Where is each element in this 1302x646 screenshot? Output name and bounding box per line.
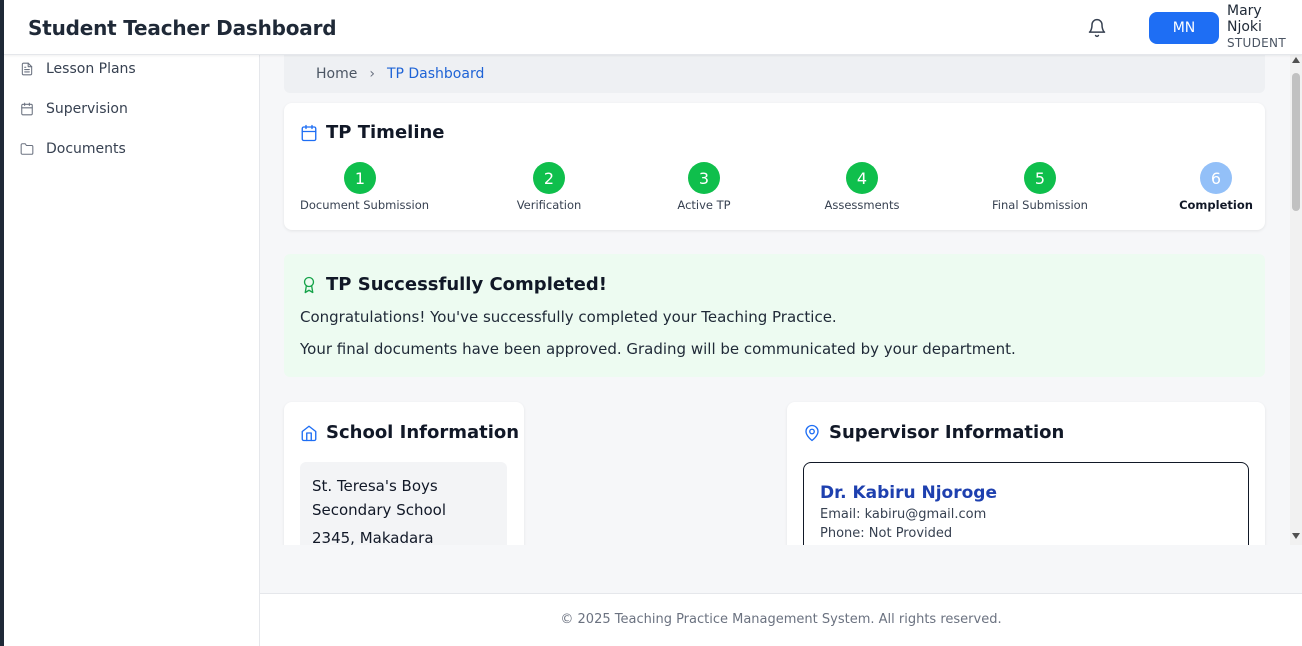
step-circle: 6 (1200, 162, 1232, 194)
supervisor-details: Dr. Kabiru Njoroge Email: kabiru@gmail.c… (803, 462, 1249, 545)
school-details: St. Teresa's Boys Secondary School 2345,… (300, 462, 507, 545)
step-label: Final Submission (992, 198, 1088, 212)
document-icon (21, 62, 33, 76)
completion-title-text: TP Successfully Completed! (326, 274, 607, 295)
completion-message: Congratulations! You've successfully com… (300, 308, 837, 326)
completion-details: Your final documents have been approved.… (300, 340, 1016, 358)
sidebar-item-lesson-plans[interactable]: Lesson Plans (20, 57, 136, 81)
school-info-title-text: School Information (326, 422, 520, 443)
step-circle: 2 (533, 162, 565, 194)
award-icon (303, 276, 315, 293)
completion-banner: TP Successfully Completed! Congratulatio… (284, 254, 1265, 377)
step-label: Assessments (824, 198, 900, 212)
timeline-title: TP Timeline (300, 122, 445, 143)
supervisor-phone: Phone: Not Provided (820, 526, 953, 541)
timeline-step-2: 2 Verification (499, 162, 599, 212)
user-first-name: Mary (1227, 3, 1262, 19)
step-circle: 4 (846, 162, 878, 194)
sidebar-item-label: Documents (46, 141, 126, 157)
page-footer: © 2025 Teaching Practice Management Syst… (260, 593, 1302, 646)
step-label: Active TP (677, 198, 731, 212)
sidebar-item-label: Supervision (46, 101, 128, 117)
timeline-title-text: TP Timeline (326, 122, 445, 143)
supervisor-info-title-text: Supervisor Information (829, 422, 1065, 443)
school-name-line1: St. Teresa's Boys (312, 477, 438, 495)
supervisor-info-card: Supervisor Information Dr. Kabiru Njorog… (787, 402, 1265, 545)
school-info-card: School Information St. Teresa's Boys Sec… (284, 402, 524, 545)
school-info-title: School Information (300, 422, 519, 443)
user-role: STUDENT (1227, 36, 1286, 50)
step-circle: 5 (1024, 162, 1056, 194)
main-content: Home › TP Dashboard TP Timeline 1 Docume… (260, 55, 1290, 545)
main-scrollbar[interactable] (1290, 55, 1302, 545)
map-pin-icon (805, 424, 819, 441)
step-label: Completion (1179, 198, 1253, 212)
calendar-icon (21, 102, 33, 116)
content-bottom-spacer (260, 545, 1302, 593)
app-title: Student Teacher Dashboard (28, 16, 337, 40)
school-name-line2: Secondary School (312, 501, 447, 519)
calendar-icon (301, 124, 317, 141)
timeline-step-3: 3 Active TP (664, 162, 744, 212)
footer-text: © 2025 Teaching Practice Management Syst… (560, 612, 1002, 627)
step-circle: 3 (688, 162, 720, 194)
timeline-step-5: 5 Final Submission (985, 162, 1095, 212)
top-header: Student Teacher Dashboard MN Mary Njoki … (4, 0, 1302, 55)
chevron-right-icon: › (369, 66, 375, 82)
sidebar-item-supervision[interactable]: Supervision (20, 97, 128, 121)
user-last-name: Njoki (1227, 19, 1262, 35)
step-label: Verification (516, 198, 582, 212)
user-avatar-button[interactable]: MN (1149, 12, 1219, 44)
timeline-step-4: 4 Assessments (812, 162, 912, 212)
step-circle: 1 (344, 162, 376, 194)
tp-timeline-card: TP Timeline 1 Document Submission 2 Veri… (284, 103, 1265, 230)
supervisor-info-title: Supervisor Information (803, 422, 1064, 443)
scroll-up-arrow-icon[interactable] (1292, 57, 1300, 63)
sidebar-item-label: Lesson Plans (46, 61, 136, 77)
sidebar: Lesson Plans Supervision Documents (4, 55, 260, 646)
sidebar-item-documents[interactable]: Documents (20, 137, 126, 161)
breadcrumb-current: TP Dashboard (386, 66, 485, 82)
step-label: Document Submission (300, 198, 430, 212)
supervisor-email: Email: kabiru@gmail.com (820, 507, 987, 522)
supervisor-name: Dr. Kabiru Njoroge (820, 483, 997, 503)
folder-icon (20, 143, 34, 155)
scrollbar-thumb[interactable] (1292, 73, 1300, 211)
home-icon (301, 425, 317, 441)
completion-title: TP Successfully Completed! (300, 274, 607, 295)
timeline-step-1: 1 Document Submission (300, 162, 430, 212)
school-address: 2345, Makadara (312, 529, 434, 545)
user-info: Mary Njoki STUDENT (1227, 3, 1286, 51)
breadcrumb-home-link[interactable]: Home (316, 66, 357, 82)
scroll-down-arrow-icon[interactable] (1292, 533, 1300, 539)
notification-bell-icon[interactable] (1087, 18, 1107, 38)
breadcrumb: Home › TP Dashboard (284, 55, 1265, 93)
timeline-step-6: 6 Completion (1176, 162, 1256, 212)
